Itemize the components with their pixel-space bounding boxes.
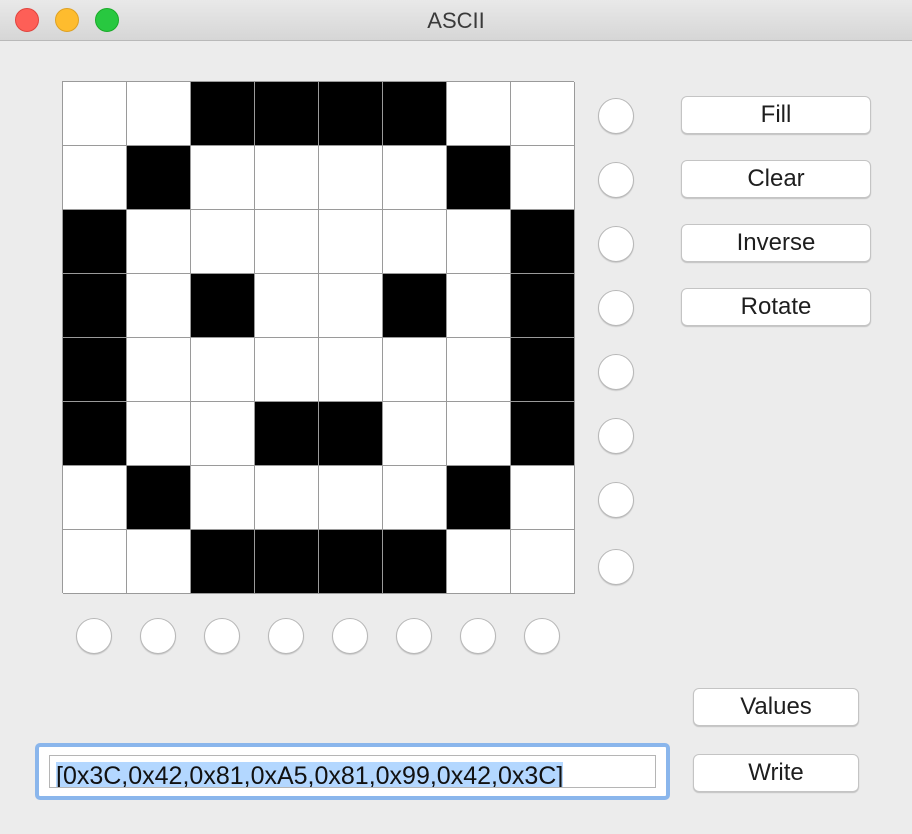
grid-cell-r3-c8[interactable] — [511, 210, 575, 274]
row-radio-8[interactable] — [598, 549, 634, 585]
column-radio-1[interactable] — [76, 618, 112, 654]
grid-cell-r6-c4[interactable] — [255, 402, 319, 466]
grid-cell-r1-c4[interactable] — [255, 82, 319, 146]
grid-cell-r7-c1[interactable] — [63, 466, 127, 530]
grid-cell-r7-c4[interactable] — [255, 466, 319, 530]
row-radio-2[interactable] — [598, 162, 634, 198]
values-button[interactable]: Values — [693, 688, 859, 726]
grid-cell-r5-c3[interactable] — [191, 338, 255, 402]
grid-cell-r6-c6[interactable] — [383, 402, 447, 466]
grid-cell-r3-c1[interactable] — [63, 210, 127, 274]
column-radio-8[interactable] — [524, 618, 560, 654]
row-radio-5[interactable] — [598, 354, 634, 390]
grid-cell-r5-c5[interactable] — [319, 338, 383, 402]
grid-cell-r4-c8[interactable] — [511, 274, 575, 338]
grid-cell-r2-c6[interactable] — [383, 146, 447, 210]
grid-cell-r5-c8[interactable] — [511, 338, 575, 402]
grid-cell-r1-c2[interactable] — [127, 82, 191, 146]
grid-cell-r6-c8[interactable] — [511, 402, 575, 466]
grid-cell-r7-c3[interactable] — [191, 466, 255, 530]
grid-cell-r1-c5[interactable] — [319, 82, 383, 146]
grid-cell-r5-c7[interactable] — [447, 338, 511, 402]
grid-cell-r1-c8[interactable] — [511, 82, 575, 146]
grid-cell-r8-c8[interactable] — [511, 530, 575, 594]
grid-cell-r4-c2[interactable] — [127, 274, 191, 338]
row-radio-3[interactable] — [598, 226, 634, 262]
grid-cell-r3-c2[interactable] — [127, 210, 191, 274]
hex-values-selection: [0x3C,0x42,0x81,0xA5,0x81,0x99,0x42,0x3C… — [56, 762, 564, 788]
grid-cell-r7-c8[interactable] — [511, 466, 575, 530]
write-button[interactable]: Write — [693, 754, 859, 792]
grid-cell-r6-c1[interactable] — [63, 402, 127, 466]
column-radio-2[interactable] — [140, 618, 176, 654]
grid-cell-r8-c6[interactable] — [383, 530, 447, 594]
grid-cell-r1-c3[interactable] — [191, 82, 255, 146]
grid-cell-r1-c6[interactable] — [383, 82, 447, 146]
hex-values-text[interactable]: [0x3C,0x42,0x81,0xA5,0x81,0x99,0x42,0x3C… — [49, 755, 656, 788]
fill-button[interactable]: Fill — [681, 96, 871, 134]
grid-cell-r7-c5[interactable] — [319, 466, 383, 530]
grid-cell-r8-c1[interactable] — [63, 530, 127, 594]
row-radio-1[interactable] — [598, 98, 634, 134]
column-radio-7[interactable] — [460, 618, 496, 654]
grid-cell-r2-c7[interactable] — [447, 146, 511, 210]
grid-cell-r2-c2[interactable] — [127, 146, 191, 210]
grid-cell-r3-c3[interactable] — [191, 210, 255, 274]
grid-cell-r5-c2[interactable] — [127, 338, 191, 402]
grid-cell-r3-c6[interactable] — [383, 210, 447, 274]
grid-cell-r7-c7[interactable] — [447, 466, 511, 530]
grid-cell-r4-c4[interactable] — [255, 274, 319, 338]
grid-cell-r8-c3[interactable] — [191, 530, 255, 594]
pixel-grid — [62, 81, 575, 594]
grid-cell-r3-c7[interactable] — [447, 210, 511, 274]
grid-cell-r4-c1[interactable] — [63, 274, 127, 338]
grid-cell-r8-c7[interactable] — [447, 530, 511, 594]
grid-cell-r8-c2[interactable] — [127, 530, 191, 594]
grid-cell-r2-c3[interactable] — [191, 146, 255, 210]
grid-cell-r2-c4[interactable] — [255, 146, 319, 210]
rotate-button[interactable]: Rotate — [681, 288, 871, 326]
column-radio-4[interactable] — [268, 618, 304, 654]
grid-cell-r1-c7[interactable] — [447, 82, 511, 146]
grid-cell-r4-c5[interactable] — [319, 274, 383, 338]
grid-cell-r2-c1[interactable] — [63, 146, 127, 210]
grid-cell-r1-c1[interactable] — [63, 82, 127, 146]
clear-button[interactable]: Clear — [681, 160, 871, 198]
grid-cell-r3-c5[interactable] — [319, 210, 383, 274]
column-radio-3[interactable] — [204, 618, 240, 654]
grid-cell-r5-c6[interactable] — [383, 338, 447, 402]
row-radio-7[interactable] — [598, 482, 634, 518]
title-bar: ASCII — [0, 0, 912, 41]
grid-cell-r8-c4[interactable] — [255, 530, 319, 594]
grid-cell-r6-c7[interactable] — [447, 402, 511, 466]
inverse-button[interactable]: Inverse — [681, 224, 871, 262]
grid-cell-r7-c6[interactable] — [383, 466, 447, 530]
grid-cell-r4-c6[interactable] — [383, 274, 447, 338]
grid-cell-r5-c1[interactable] — [63, 338, 127, 402]
grid-cell-r4-c7[interactable] — [447, 274, 511, 338]
grid-cell-r5-c4[interactable] — [255, 338, 319, 402]
grid-cell-r2-c8[interactable] — [511, 146, 575, 210]
grid-cell-r7-c2[interactable] — [127, 466, 191, 530]
grid-cell-r4-c3[interactable] — [191, 274, 255, 338]
row-radio-4[interactable] — [598, 290, 634, 326]
column-radio-6[interactable] — [396, 618, 432, 654]
grid-cell-r6-c2[interactable] — [127, 402, 191, 466]
hex-values-field[interactable]: [0x3C,0x42,0x81,0xA5,0x81,0x99,0x42,0x3C… — [35, 743, 670, 800]
window-title: ASCII — [427, 8, 485, 33]
row-radio-6[interactable] — [598, 418, 634, 454]
column-radio-5[interactable] — [332, 618, 368, 654]
grid-cell-r2-c5[interactable] — [319, 146, 383, 210]
grid-cell-r6-c5[interactable] — [319, 402, 383, 466]
grid-cell-r6-c3[interactable] — [191, 402, 255, 466]
grid-cell-r8-c5[interactable] — [319, 530, 383, 594]
grid-cell-r3-c4[interactable] — [255, 210, 319, 274]
